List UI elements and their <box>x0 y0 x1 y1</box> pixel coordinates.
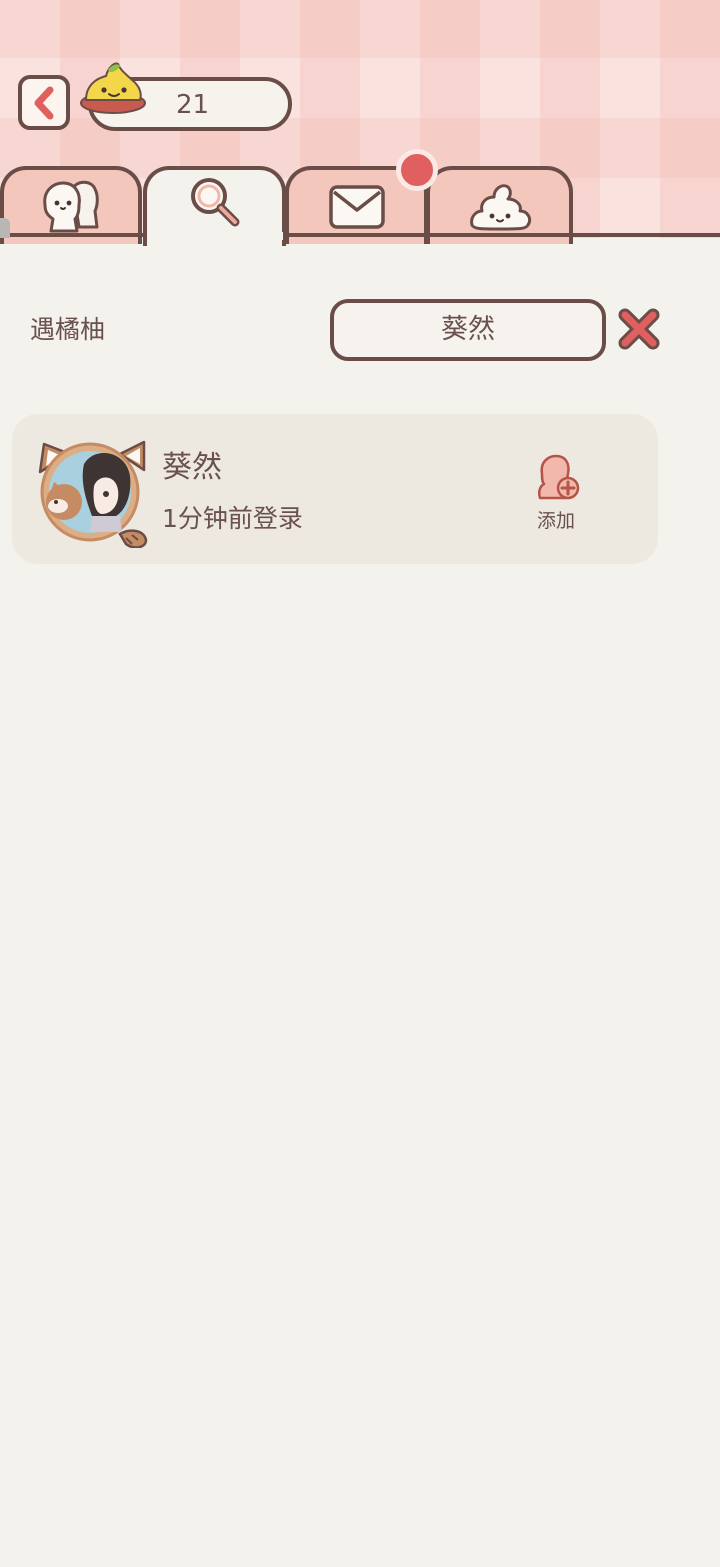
raccoon-frame-avatar <box>38 440 148 548</box>
friends-icon <box>43 180 99 233</box>
mail-icon <box>328 185 385 229</box>
drawer-handle[interactable] <box>0 218 10 238</box>
result-login-status: 1分钟前登录 <box>162 504 303 533</box>
search-result-card[interactable]: 葵然 1分钟前登录 添加 <box>12 414 658 564</box>
add-friend-icon <box>537 454 580 500</box>
chevron-left-icon <box>34 86 54 119</box>
notification-dot <box>396 149 438 191</box>
back-button[interactable] <box>18 75 70 130</box>
my-username: 遇橘柚 <box>30 315 106 344</box>
blob-icon <box>469 184 531 231</box>
active-tab-gap <box>147 232 283 240</box>
search-input[interactable]: 葵然 <box>330 299 606 361</box>
result-user-name: 葵然 <box>162 450 222 485</box>
coin-count: 21 <box>176 90 210 120</box>
tab-bar-divider <box>0 233 720 237</box>
jelly-blob-icon <box>80 62 146 114</box>
add-friend-button[interactable]: 添加 <box>524 454 588 540</box>
search-icon <box>190 178 239 227</box>
clear-search-button[interactable] <box>617 307 661 351</box>
close-x-icon <box>618 308 660 350</box>
add-friend-label: 添加 <box>536 510 575 532</box>
